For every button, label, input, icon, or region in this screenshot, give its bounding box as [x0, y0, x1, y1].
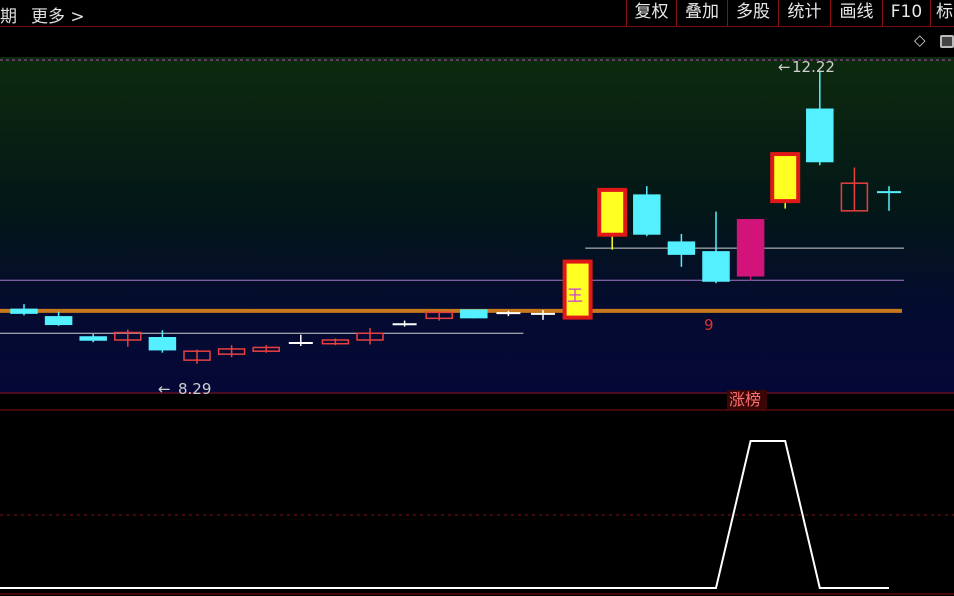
high-arrow: ← [778, 58, 791, 76]
candle-body [10, 308, 38, 314]
candle-body [460, 309, 488, 319]
low-label: 8.29 [178, 380, 211, 398]
candle-body [633, 194, 661, 235]
candle-body [667, 241, 696, 255]
main-chart-background [0, 57, 954, 394]
candle-body [597, 187, 628, 237]
kline-chart: ← 12.22 ← 8.29 王 9 涨榜 [0, 57, 954, 595]
nine-mark: 9 [704, 316, 714, 334]
candle-body [44, 316, 73, 326]
low-arrow: ← [158, 380, 171, 398]
high-label: 12.22 [792, 58, 835, 76]
candle-body [702, 251, 730, 282]
candle-body [148, 336, 177, 351]
wang-mark: 王 [567, 286, 583, 305]
candle-body [736, 219, 765, 277]
candle-body [806, 108, 834, 163]
candle-body [770, 152, 801, 204]
board-label: 涨榜 [729, 390, 761, 409]
candle-body [79, 336, 107, 341]
